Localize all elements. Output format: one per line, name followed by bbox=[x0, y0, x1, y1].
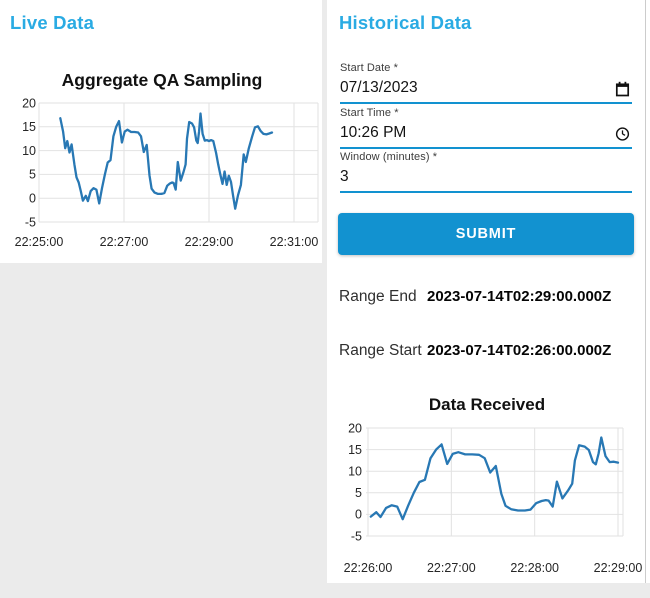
live-data-card: Live Data -5 0 5 10 15 20 22:25:00 22:27:00 22:2… bbox=[0, 0, 322, 263]
start-time-label: Start Time * bbox=[340, 107, 399, 119]
svg-text:0: 0 bbox=[355, 508, 362, 522]
start-time-input[interactable] bbox=[340, 121, 602, 145]
range-end-value: 2023-07-14T02:29:00.000Z bbox=[427, 288, 612, 305]
window-minutes-input[interactable] bbox=[340, 165, 602, 189]
historical-data-heading: Historical Data bbox=[339, 12, 472, 33]
svg-text:15: 15 bbox=[22, 120, 36, 134]
svg-text:22:26:00: 22:26:00 bbox=[344, 561, 393, 575]
historical-data-card: Historical Data Start Date * Start Time … bbox=[327, 0, 645, 583]
svg-text:5: 5 bbox=[355, 486, 362, 500]
svg-text:Data Received: Data Received bbox=[429, 395, 545, 414]
svg-text:22:27:00: 22:27:00 bbox=[427, 561, 476, 575]
svg-text:22:29:00: 22:29:00 bbox=[185, 235, 234, 249]
start-date-label: Start Date * bbox=[340, 62, 399, 74]
svg-text:22:25:00: 22:25:00 bbox=[15, 235, 64, 249]
svg-text:22:31:00: 22:31:00 bbox=[270, 235, 319, 249]
window-minutes-input-row bbox=[340, 164, 632, 191]
svg-text:22:27:00: 22:27:00 bbox=[100, 235, 149, 249]
svg-text:10: 10 bbox=[22, 144, 36, 158]
svg-text:20: 20 bbox=[22, 96, 36, 110]
svg-text:Aggregate QA Sampling: Aggregate QA Sampling bbox=[62, 70, 263, 90]
live-chart: -5 0 5 10 15 20 22:25:00 22:27:00 22:29:00 22:31:… bbox=[15, 70, 319, 249]
start-time-field: Start Time * bbox=[340, 107, 632, 149]
window-edge-strip bbox=[645, 0, 650, 583]
svg-text:20: 20 bbox=[348, 421, 362, 435]
range-start-label: Range Start bbox=[339, 342, 422, 359]
svg-text:22:28:00: 22:28:00 bbox=[510, 561, 559, 575]
window-minutes-field: Window (minutes) * bbox=[340, 151, 632, 193]
svg-text:0: 0 bbox=[29, 192, 36, 206]
range-end-row: Range End 2023-07-14T02:29:00.000Z bbox=[339, 288, 611, 306]
start-time-input-row bbox=[340, 120, 632, 147]
range-end-label: Range End bbox=[339, 288, 417, 305]
range-start-value: 2023-07-14T02:26:00.000Z bbox=[427, 342, 612, 359]
svg-text:15: 15 bbox=[348, 443, 362, 457]
clock-icon[interactable] bbox=[615, 126, 630, 142]
svg-text:-5: -5 bbox=[351, 529, 362, 543]
svg-text:5: 5 bbox=[29, 168, 36, 182]
range-start-row: Range Start 2023-07-14T02:26:00.000Z bbox=[339, 342, 611, 360]
submit-button[interactable]: SUBMIT bbox=[338, 213, 634, 255]
live-data-heading: Live Data bbox=[10, 12, 95, 33]
svg-text:22:29:00: 22:29:00 bbox=[594, 561, 643, 575]
calendar-icon[interactable] bbox=[615, 81, 630, 97]
window-minutes-label: Window (minutes) * bbox=[340, 151, 438, 163]
svg-text:-5: -5 bbox=[25, 215, 36, 229]
start-date-input-row bbox=[340, 75, 632, 102]
svg-text:10: 10 bbox=[348, 465, 362, 479]
start-date-input[interactable] bbox=[340, 76, 602, 100]
data-received-chart: -5 0 5 10 15 20 22:26:00 22:27:00 22:28:00 22:29:… bbox=[344, 395, 643, 575]
start-date-field: Start Date * bbox=[340, 62, 632, 104]
